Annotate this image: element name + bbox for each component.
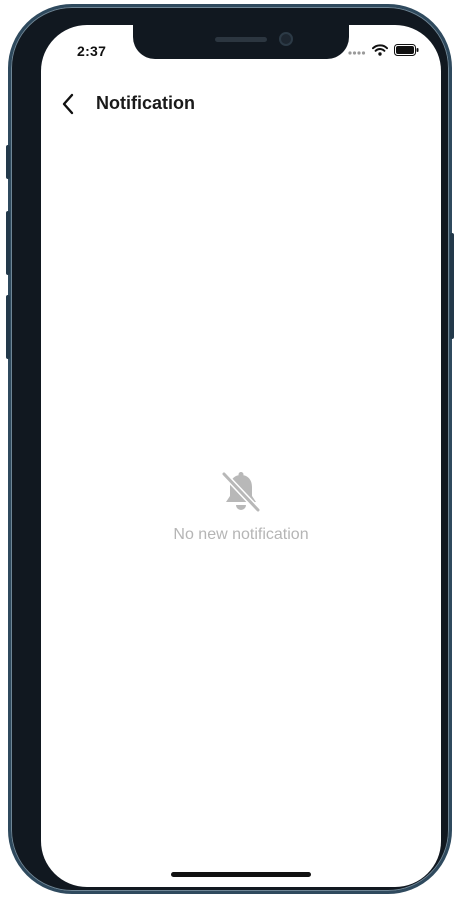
- mute-switch: [6, 145, 10, 179]
- empty-message: No new notification: [173, 526, 309, 543]
- page-title: Notification: [96, 93, 195, 113]
- wifi-icon: [372, 44, 388, 56]
- battery-icon: [394, 44, 419, 56]
- signal-icon: [348, 51, 366, 55]
- volume-down-button: [6, 295, 10, 359]
- bell-off-icon: [221, 471, 261, 513]
- chevron-left-icon: [62, 93, 74, 115]
- app-screen: 2:37 Notification No new notification: [41, 25, 441, 887]
- speaker-grille: [215, 37, 267, 42]
- status-icons: [348, 44, 419, 56]
- empty-state: No new notification: [41, 471, 441, 544]
- status-time: 2:37: [77, 43, 107, 59]
- phone-frame: 2:37 Notification No new notification: [6, 4, 454, 894]
- top-app-bar: Notification: [41, 89, 441, 119]
- notch: [133, 25, 349, 59]
- back-button[interactable]: [53, 89, 83, 119]
- power-button: [450, 233, 454, 339]
- volume-up-button: [6, 211, 10, 275]
- home-indicator[interactable]: [171, 872, 311, 877]
- front-camera: [279, 32, 293, 46]
